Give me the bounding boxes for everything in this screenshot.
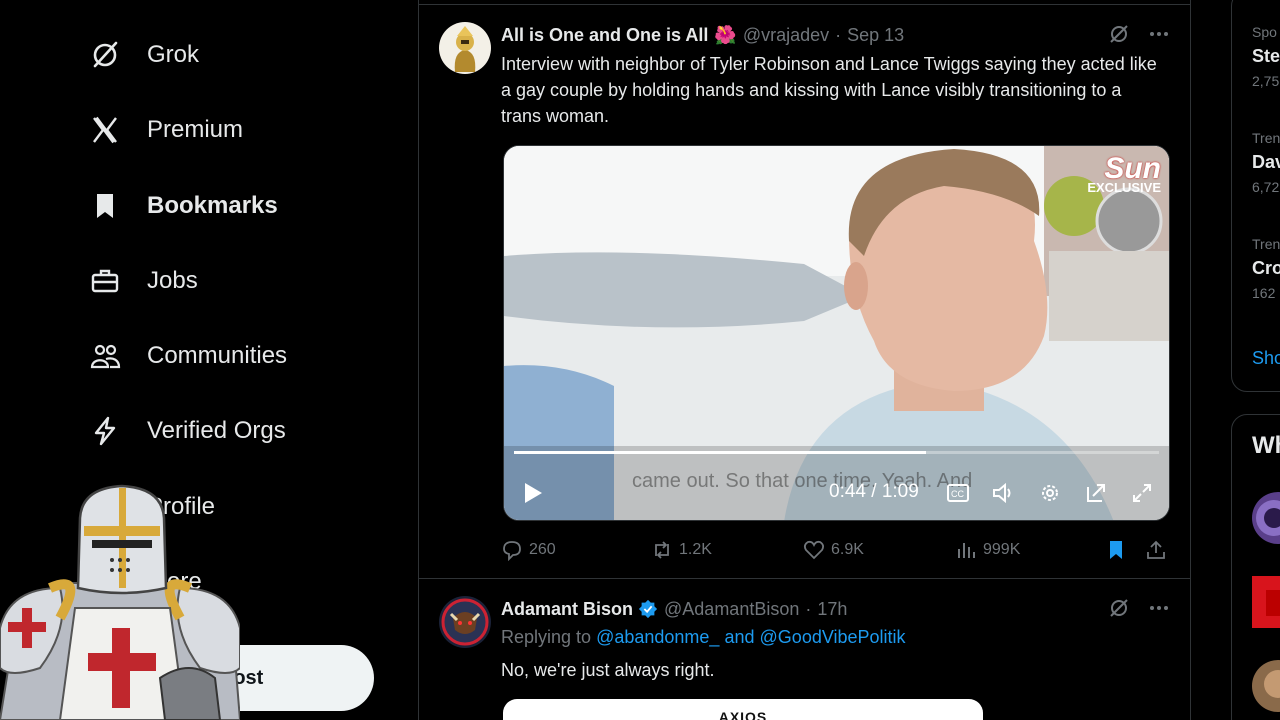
trend-topic: Dav	[1252, 152, 1280, 172]
mention-link[interactable]: @abandonme_	[596, 627, 719, 647]
avatar[interactable]	[439, 22, 491, 74]
nav-label: Jobs	[147, 267, 198, 294]
timestamp[interactable]: Sep 13	[847, 25, 904, 46]
tweet-header-actions	[1108, 23, 1170, 45]
trend-item[interactable]: Spo Ste 2,75	[1252, 24, 1280, 89]
video-controls: 0:44 / 1:09 CC	[504, 473, 1169, 513]
bookmark-button[interactable]	[1105, 539, 1133, 561]
nav-item-premium[interactable]: Premium	[86, 105, 243, 155]
nav-label: Bookmarks	[147, 192, 278, 219]
views-button[interactable]: 999K	[955, 539, 1020, 561]
nav-item-verified-orgs[interactable]: Verified Orgs	[86, 406, 286, 456]
nav-label: Grok	[147, 41, 200, 68]
separator-dot: ·	[805, 598, 812, 619]
replying-to: Replying to @abandonme_ and @GoodVibePol…	[501, 627, 906, 648]
timeline: All is One and One is All 🌺 @vrajadev · …	[418, 0, 1191, 720]
like-button[interactable]: 6.9K	[803, 539, 864, 561]
view-count: 999K	[983, 541, 1021, 558]
knight-overlay-image	[0, 484, 240, 720]
tweet-header: All is One and One is All 🌺 @vrajadev · …	[501, 23, 1170, 47]
play-icon[interactable]	[522, 481, 544, 505]
mention-link[interactable]: @GoodVibePolitik	[760, 627, 906, 647]
tweet-header: Adamant Bison @AdamantBison · 17h	[501, 597, 1170, 621]
tweet[interactable]: Adamant Bison @AdamantBison · 17h Replyi…	[419, 579, 1190, 720]
nav-label: Communities	[147, 342, 288, 369]
trend-category: Spo	[1252, 24, 1277, 40]
x-logo-icon	[86, 111, 124, 149]
trend-item[interactable]: Tren Dav 6,72	[1252, 130, 1280, 195]
nav-label: Verified Orgs	[147, 417, 286, 444]
share-icon	[1147, 540, 1165, 559]
more-options-icon[interactable]	[1148, 597, 1170, 619]
nav-item-communities[interactable]: Communities	[86, 331, 287, 381]
trend-count: 6,72	[1252, 179, 1280, 195]
picture-in-picture-icon[interactable]	[1082, 479, 1110, 507]
video-player[interactable]: Sun EXCLUSIVE came out. So that one time…	[503, 145, 1170, 521]
repost-count: 1.2K	[679, 541, 712, 558]
avatar[interactable]	[1252, 576, 1280, 628]
video-progress-fill	[514, 451, 926, 454]
replying-to-and: and	[724, 627, 755, 647]
share-button[interactable]	[1145, 539, 1173, 561]
reply-count: 260	[529, 541, 556, 558]
link-card[interactable]: AXIOS	[503, 699, 983, 720]
repost-icon	[655, 541, 669, 559]
tweet-header-actions	[1108, 597, 1170, 619]
nav-item-jobs[interactable]: Jobs	[86, 256, 198, 306]
grok-icon	[86, 36, 124, 74]
repost-button[interactable]: 1.2K	[651, 539, 712, 561]
heart-icon	[803, 540, 825, 560]
grok-icon[interactable]	[1108, 597, 1130, 619]
briefcase-icon	[86, 262, 124, 300]
trend-count: 2,75	[1252, 73, 1280, 89]
tweet-text: No, we're just always right.	[501, 660, 715, 680]
reply-icon	[503, 541, 521, 561]
volume-icon[interactable]	[990, 479, 1018, 507]
who-to-follow-title: Wh	[1252, 432, 1280, 459]
user-handle[interactable]: @vrajadev	[743, 25, 829, 46]
trend-topic: Cro	[1252, 258, 1280, 278]
verified-badge-icon	[638, 599, 658, 619]
more-options-icon[interactable]	[1148, 23, 1170, 45]
avatar[interactable]	[439, 596, 491, 648]
tweet-text: Interview with neighbor of Tyler Robinso…	[501, 54, 1157, 126]
nav-item-bookmarks[interactable]: Bookmarks	[86, 181, 278, 231]
tweet[interactable]: All is One and One is All 🌺 @vrajadev · …	[419, 0, 1190, 578]
communities-icon	[86, 337, 124, 375]
like-count: 6.9K	[831, 541, 864, 558]
video-progress-bar[interactable]	[514, 451, 1159, 454]
trend-item[interactable]: Tren Cro 162	[1252, 236, 1280, 301]
lightning-icon	[86, 412, 124, 450]
grok-icon[interactable]	[1108, 23, 1130, 45]
user-handle[interactable]: @AdamantBison	[664, 599, 799, 620]
display-name[interactable]: All is One and One is All	[501, 25, 708, 46]
nav-label: Premium	[147, 116, 244, 143]
watermark-subtitle: EXCLUSIVE	[1087, 180, 1161, 195]
trend-category: Tren	[1252, 130, 1280, 146]
trend-category: Tren	[1252, 236, 1280, 252]
settings-gear-icon[interactable]	[1036, 479, 1064, 507]
timestamp[interactable]: 17h	[817, 599, 847, 620]
nav-item-grok[interactable]: Grok	[86, 30, 199, 80]
trend-count: 162	[1252, 285, 1276, 301]
captions-icon[interactable]: CC	[944, 479, 972, 507]
separator-dot: ·	[835, 24, 842, 45]
video-time: 0:44 / 1:09	[829, 481, 919, 502]
card-brand: AXIOS	[718, 709, 768, 720]
bookmark-icon	[86, 187, 124, 225]
show-more-link[interactable]: Sho	[1252, 348, 1280, 369]
replying-to-label: Replying to	[501, 627, 592, 647]
svg-text:CC: CC	[951, 489, 964, 499]
fullscreen-icon[interactable]	[1128, 479, 1156, 507]
display-name[interactable]: Adamant Bison	[501, 599, 633, 620]
reply-button[interactable]: 260	[501, 539, 556, 561]
flower-emoji: 🌺	[714, 24, 737, 45]
views-chart-icon	[958, 543, 975, 558]
trend-topic: Ste	[1252, 46, 1280, 66]
bookmark-filled-icon	[1110, 541, 1122, 559]
tweet-actions: 260 1.2K 6.9K 999K	[501, 538, 1170, 562]
video-frame-image	[504, 146, 1169, 520]
